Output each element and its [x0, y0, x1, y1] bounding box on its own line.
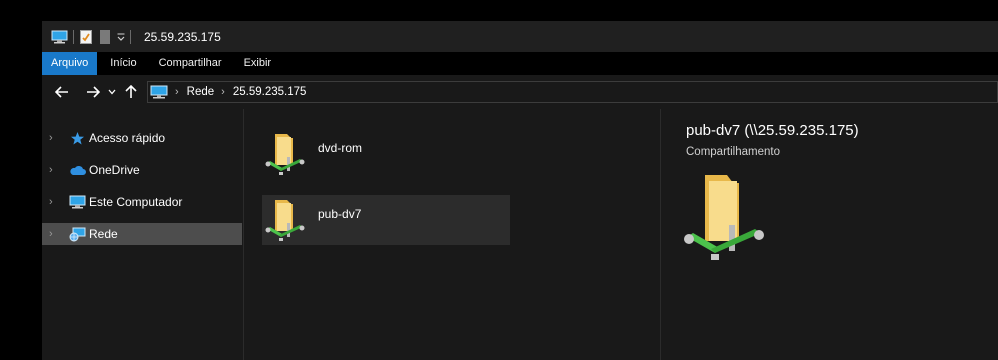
- properties-icon[interactable]: [79, 29, 93, 45]
- network-icon: [68, 226, 86, 242]
- details-pane: pub-dv7 (\\25.59.235.175) Compartilhamen…: [660, 109, 998, 360]
- toolbar-separator: [130, 29, 131, 44]
- breadcrumb-chevron-icon: ›: [175, 86, 179, 98]
- computer-icon: [68, 194, 86, 210]
- sidebar-item-label: Rede: [89, 227, 118, 241]
- sidebar-item-acesso-rapido[interactable]: › Acesso rápido: [42, 127, 242, 149]
- expand-chevron-icon[interactable]: ›: [49, 132, 61, 144]
- details-subtitle: Compartilhamento: [686, 146, 780, 158]
- network-share-folder-icon: [684, 175, 764, 260]
- network-share-folder-icon: [265, 200, 305, 241]
- sidebar-item-rede[interactable]: › Rede: [42, 223, 242, 245]
- tab-exibir[interactable]: Exibir: [233, 52, 283, 75]
- item-name: dvd-rom: [318, 141, 363, 155]
- breadcrumb-rede[interactable]: Rede: [187, 86, 215, 98]
- navigation-bar: › Rede › 25.59.235.175: [42, 75, 998, 109]
- expand-chevron-icon[interactable]: ›: [49, 164, 61, 176]
- expand-chevron-icon[interactable]: ›: [49, 228, 61, 240]
- toolbar-separator: [73, 29, 74, 44]
- title-bar: 25.59.235.175: [42, 21, 998, 52]
- window-title: 25.59.235.175: [144, 29, 221, 44]
- tab-inicio[interactable]: Início: [97, 52, 147, 75]
- list-item-pub-dv7[interactable]: pub-dv7: [262, 195, 510, 245]
- breadcrumb-host[interactable]: 25.59.235.175: [233, 86, 307, 98]
- computer-icon[interactable]: [51, 30, 68, 44]
- navigation-pane: › Acesso rápido › OneDrive › Este Comput…: [42, 109, 244, 360]
- back-arrow-icon[interactable]: [50, 80, 74, 104]
- forward-arrow-icon[interactable]: [81, 80, 105, 104]
- breadcrumb-chevron-icon: ›: [221, 86, 225, 98]
- sidebar-item-label: Este Computador: [89, 195, 183, 209]
- file-list: dvd-rom pub-dv7: [245, 109, 660, 360]
- details-title: pub-dv7 (\\25.59.235.175): [686, 122, 859, 139]
- address-bar[interactable]: › Rede › 25.59.235.175: [147, 81, 998, 103]
- sidebar-item-label: Acesso rápido: [89, 131, 166, 145]
- cloud-icon: [68, 162, 86, 178]
- ribbon-tabs: Arquivo Início Compartilhar Exibir: [42, 52, 998, 75]
- recent-locations-chevron-icon[interactable]: [105, 80, 119, 104]
- list-item-dvd-rom[interactable]: dvd-rom: [262, 129, 510, 179]
- file-explorer-window: 25.59.235.175 Arquivo Início Compartilha…: [42, 21, 998, 360]
- customize-toolbar-chevron-icon[interactable]: [117, 32, 125, 42]
- quick-access-toolbar: [42, 21, 136, 52]
- tab-compartilhar[interactable]: Compartilhar: [148, 52, 233, 75]
- network-location-icon: [150, 85, 168, 99]
- expand-chevron-icon[interactable]: ›: [49, 196, 61, 208]
- star-icon: [68, 130, 86, 146]
- sidebar-item-onedrive[interactable]: › OneDrive: [42, 159, 242, 181]
- tab-arquivo[interactable]: Arquivo: [42, 52, 98, 75]
- sidebar-item-label: OneDrive: [89, 163, 140, 177]
- item-name: pub-dv7: [318, 207, 362, 221]
- sidebar-item-este-computador[interactable]: › Este Computador: [42, 191, 242, 213]
- new-folder-icon[interactable]: [99, 29, 111, 45]
- network-share-folder-icon: [265, 134, 305, 175]
- up-arrow-icon[interactable]: [119, 80, 143, 104]
